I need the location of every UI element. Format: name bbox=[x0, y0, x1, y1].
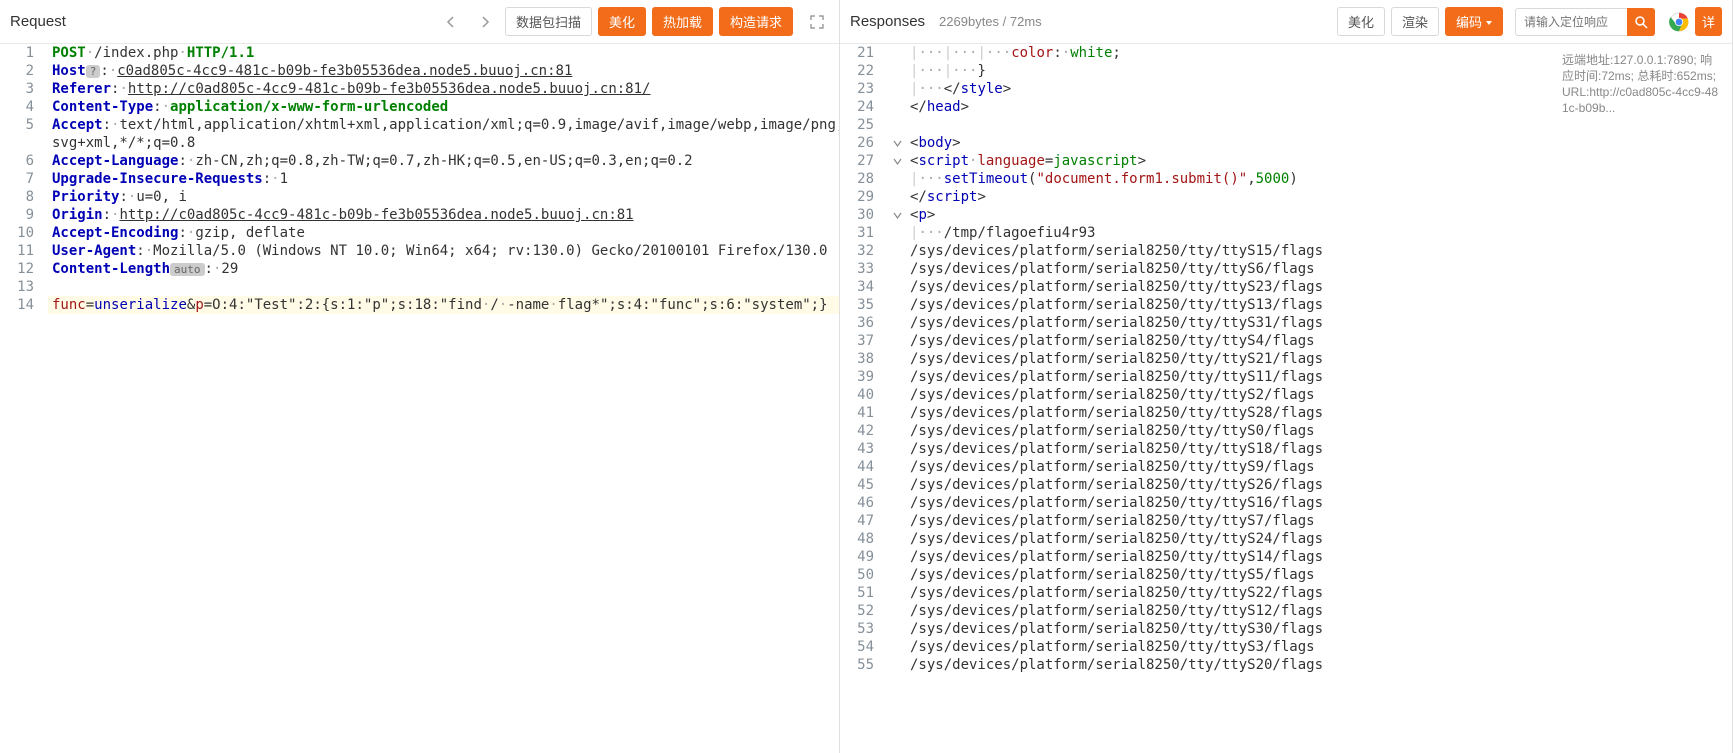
beautify-button[interactable]: 美化 bbox=[598, 7, 646, 36]
details-button[interactable]: 详 bbox=[1695, 7, 1722, 36]
construct-request-button[interactable]: 构造请求 bbox=[719, 7, 793, 36]
resp-beautify-button[interactable]: 美化 bbox=[1337, 7, 1385, 36]
request-gutter: 1234567891011121314 bbox=[0, 44, 48, 753]
nav-next-button[interactable] bbox=[471, 8, 499, 36]
response-editor[interactable]: 2122232425262728293031323334353637383940… bbox=[840, 44, 1732, 753]
nav-prev-button[interactable] bbox=[437, 8, 465, 36]
response-title: Responses bbox=[850, 13, 925, 30]
response-toolbar: Responses 2269bytes / 72ms 美化 渲染 编码 bbox=[840, 0, 1732, 44]
chrome-icon[interactable] bbox=[1669, 12, 1689, 32]
encode-dropdown[interactable]: 编码 bbox=[1445, 7, 1503, 36]
encode-label: 编码 bbox=[1456, 12, 1482, 31]
response-gutter: 2122232425262728293031323334353637383940… bbox=[840, 44, 888, 753]
hotload-button[interactable]: 热加载 bbox=[652, 7, 713, 36]
response-info-panel: 远端地址:127.0.0.1:7890; 响应时间:72ms; 总耗时:652m… bbox=[1554, 44, 1732, 124]
scan-button[interactable]: 数据包扫描 bbox=[505, 7, 592, 36]
response-fold-column bbox=[888, 44, 906, 753]
request-title: Request bbox=[10, 13, 431, 30]
request-toolbar: Request 数据包扫描 美化 热加载 构造请求 bbox=[0, 0, 839, 44]
expand-icon[interactable] bbox=[805, 10, 829, 34]
request-editor[interactable]: 1234567891011121314 POST·/index.php·HTTP… bbox=[0, 44, 839, 753]
render-button[interactable]: 渲染 bbox=[1391, 7, 1439, 36]
request-code[interactable]: POST·/index.php·HTTP/1.1Host?:·c0ad805c-… bbox=[48, 44, 839, 753]
chevron-down-icon bbox=[1486, 14, 1492, 29]
response-stats: 2269bytes / 72ms bbox=[939, 14, 1042, 29]
response-code[interactable]: |···|···|···color:·white;|···|···}|···</… bbox=[906, 44, 1732, 753]
search-button[interactable] bbox=[1627, 8, 1655, 36]
